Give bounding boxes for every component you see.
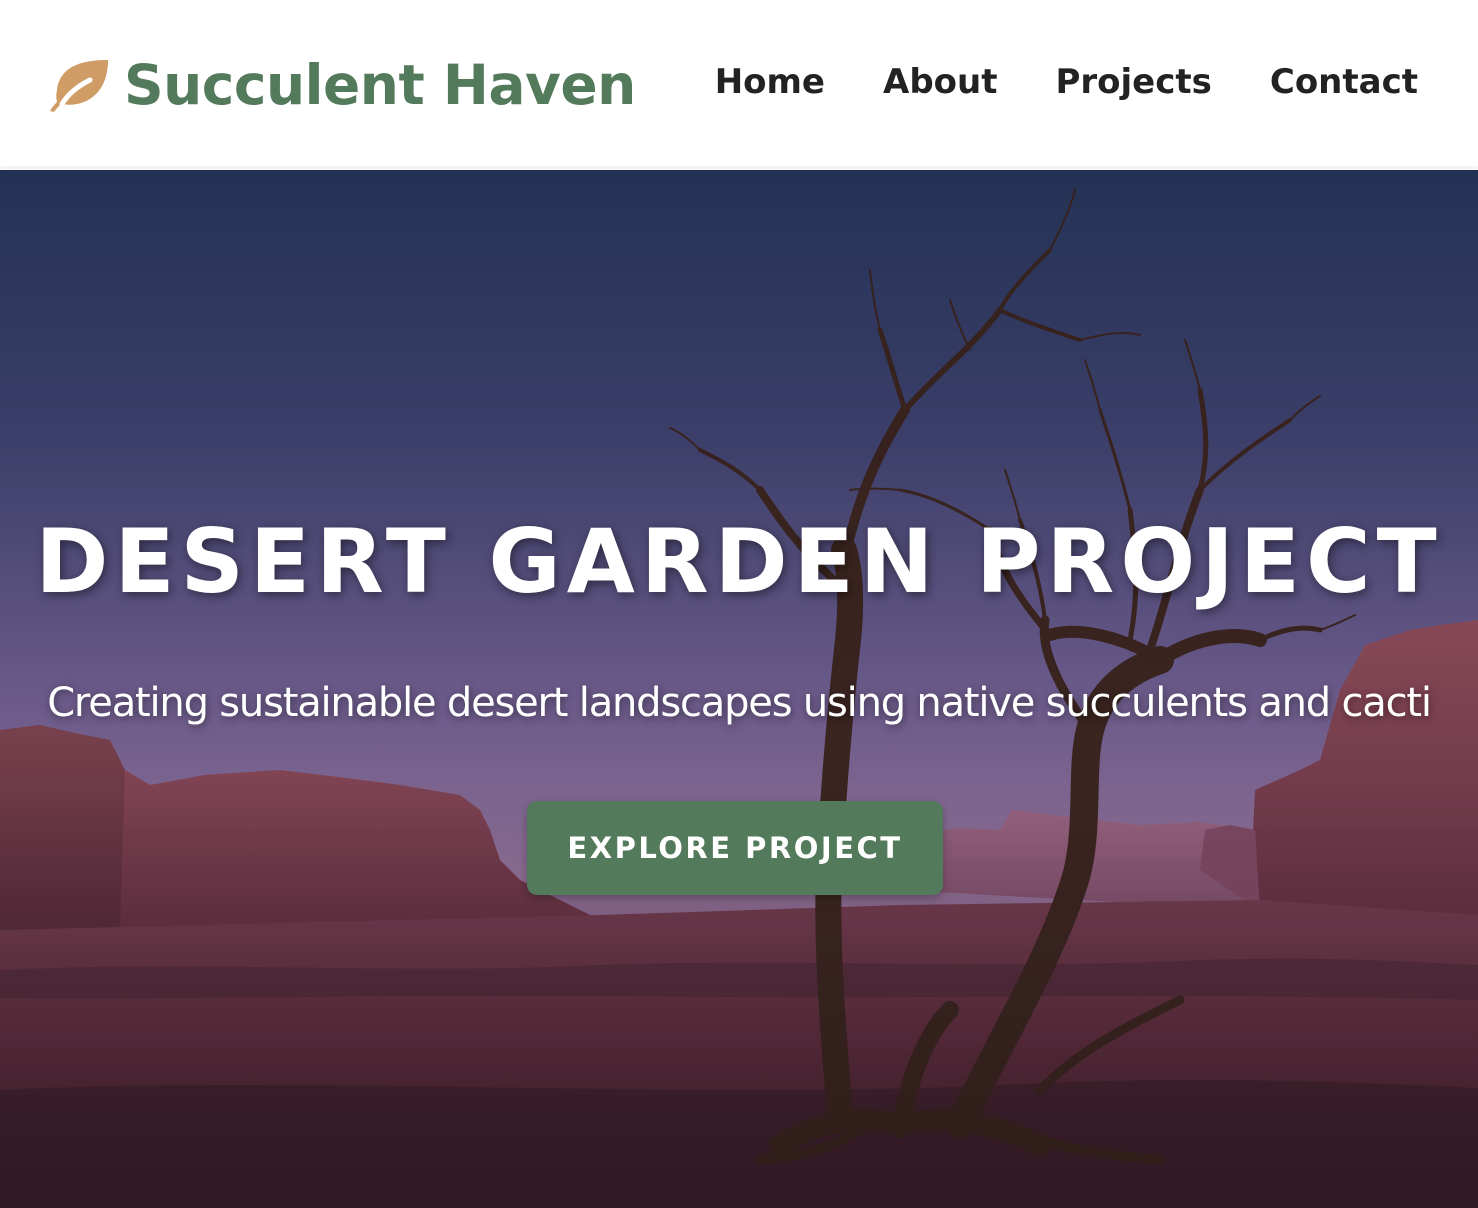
nav-link-home[interactable]: Home [715, 62, 825, 102]
nav-link-about[interactable]: About [883, 62, 997, 102]
brand-name: Succulent Haven [124, 53, 636, 117]
nav-link-projects[interactable]: Projects [1055, 62, 1211, 102]
nav-link-contact[interactable]: Contact [1270, 62, 1418, 102]
main-nav: Home About Projects Contact [715, 62, 1418, 102]
hero-title: DESERT GARDEN PROJECT [35, 510, 1443, 613]
hero-subtitle: Creating sustainable desert landscapes u… [47, 680, 1432, 726]
explore-project-button[interactable]: EXPLORE PROJECT [527, 801, 943, 895]
site-header: Succulent Haven Home About Projects Cont… [0, 0, 1478, 166]
logo[interactable]: Succulent Haven [50, 53, 636, 117]
leaf-icon [50, 60, 108, 112]
hero-section: DESERT GARDEN PROJECT Creating sustainab… [0, 170, 1478, 1208]
